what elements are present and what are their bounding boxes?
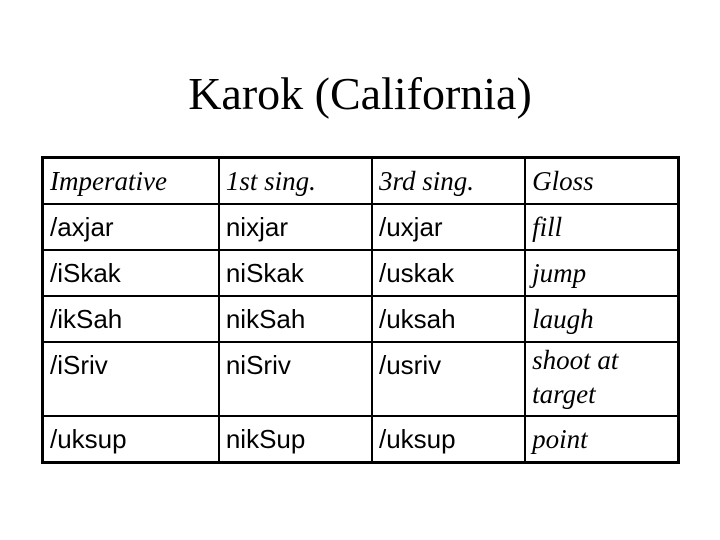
cell-first-singular: niSriv [217, 341, 374, 417]
cell-gloss: point [524, 415, 680, 464]
cell-imperative: /uksup [41, 415, 220, 464]
table-header-row: Imperative 1st sing. 3rd sing. Gloss [41, 156, 680, 205]
cell-imperative: /ikSah [41, 295, 220, 343]
cell-imperative: /iSkak [41, 249, 220, 297]
cell-first-singular: niSkak [217, 249, 374, 297]
table-row: /ikSah nikSah /uksah laugh [41, 295, 680, 343]
cell-third-singular: /uskak [370, 249, 527, 297]
cell-third-singular: /usriv [370, 341, 527, 417]
cell-gloss: fill [524, 203, 680, 251]
slide-title: Karok (California) [188, 68, 532, 119]
table-row: /iSkak niSkak /uskak jump [41, 249, 680, 297]
table-row: /uksup nikSup /uksup point [41, 415, 680, 464]
cell-gloss: shoot at target [524, 341, 680, 417]
cell-third-singular: /uxjar [370, 203, 527, 251]
table-row: /iSriv niSriv /usriv shoot at target [41, 341, 680, 417]
cell-first-singular: nikSup [217, 415, 374, 464]
cell-third-singular: /uksah [370, 295, 527, 343]
cell-imperative: /iSriv [41, 341, 220, 417]
table-row: /axjar nixjar /uxjar fill [41, 203, 680, 251]
header-imperative: Imperative [41, 156, 220, 205]
cell-gloss: jump [524, 249, 680, 297]
cell-third-singular: /uksup [370, 415, 527, 464]
header-third-singular: 3rd sing. [370, 156, 527, 205]
header-gloss: Gloss [524, 156, 680, 205]
header-first-singular: 1st sing. [217, 156, 374, 205]
conjugation-table: Imperative 1st sing. 3rd sing. Gloss /ax… [41, 156, 680, 464]
cell-first-singular: nixjar [217, 203, 374, 251]
cell-first-singular: nikSah [217, 295, 374, 343]
cell-gloss: laugh [524, 295, 680, 343]
cell-imperative: /axjar [41, 203, 220, 251]
